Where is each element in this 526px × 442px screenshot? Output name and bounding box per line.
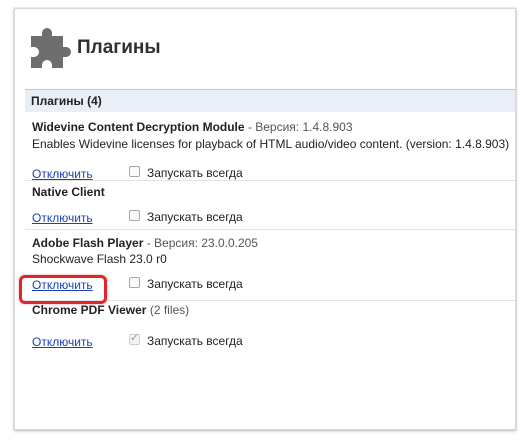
plugin-description: Shockwave Flash 23.0 r0 bbox=[32, 252, 167, 266]
plugins-count-label: Плагины (4) bbox=[31, 94, 102, 108]
always-run-checkbox[interactable]: ✓ bbox=[129, 332, 140, 345]
page-header: Плагины bbox=[15, 9, 515, 89]
plugin-name-text: Chrome PDF Viewer bbox=[32, 303, 147, 317]
plugin-name-text: Widevine Content Decryption Module bbox=[32, 120, 245, 134]
always-run-label: Запускать всегда bbox=[147, 334, 243, 348]
plugin-name-text: Native Client bbox=[32, 185, 105, 199]
plugin-name: Adobe Flash Player - Версия: 23.0.0.205 bbox=[32, 236, 258, 250]
plugin-version: - Версия: 23.0.0.205 bbox=[143, 236, 258, 250]
always-run-checkbox[interactable] bbox=[129, 166, 140, 177]
plugin-name: Native Client bbox=[32, 185, 105, 199]
always-run-label: Запускать всегда bbox=[147, 210, 243, 224]
disable-link[interactable]: Отключить bbox=[32, 167, 93, 181]
always-run-checkbox[interactable] bbox=[129, 210, 140, 221]
always-run-checkbox[interactable] bbox=[129, 277, 140, 288]
plugin-name-text: Adobe Flash Player bbox=[32, 236, 144, 250]
plugin-name: Chrome PDF Viewer (2 files) bbox=[32, 303, 189, 317]
plugins-section-header: Плагины (4) bbox=[25, 89, 515, 112]
plugin-item-pdf-viewer: Chrome PDF Viewer (2 files) Отключить ✓ … bbox=[25, 300, 515, 360]
plugin-name: Widevine Content Decryption Module - Вер… bbox=[32, 120, 353, 134]
puzzle-piece-icon bbox=[31, 28, 71, 68]
plugin-item-widevine: Widevine Content Decryption Module - Вер… bbox=[25, 112, 515, 181]
plugins-page: Плагины Плагины (4) Widevine Content Dec… bbox=[14, 8, 516, 430]
checkmark-icon: ✓ bbox=[130, 332, 140, 344]
always-run-label: Запускать всегда bbox=[147, 166, 243, 180]
highlight-annotation bbox=[19, 275, 107, 304]
disable-link[interactable]: Отключить bbox=[32, 211, 93, 225]
plugin-file-count: (2 files) bbox=[146, 303, 190, 317]
plugin-item-native-client: Native Client Отключить Запускать всегда bbox=[25, 180, 515, 229]
always-run-label: Запускать всегда bbox=[147, 277, 243, 291]
disable-link[interactable]: Отключить bbox=[32, 335, 93, 349]
page-title: Плагины bbox=[77, 37, 161, 58]
plugin-description: Enables Widevine licenses for playback o… bbox=[32, 137, 510, 151]
plugin-version: - Версия: 1.4.8.903 bbox=[244, 120, 353, 134]
